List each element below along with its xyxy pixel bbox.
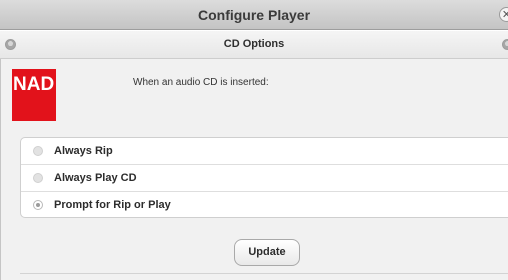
radio-icon[interactable]	[33, 173, 43, 183]
divider	[20, 273, 508, 274]
subheader-title: CD Options	[223, 38, 285, 50]
radio-selected-icon[interactable]	[33, 200, 43, 210]
option-label: Always Rip	[54, 145, 113, 157]
option-label: Prompt for Rip or Play	[54, 199, 171, 211]
update-button[interactable]: Update	[234, 239, 300, 266]
forward-nav-icon[interactable]	[502, 39, 508, 50]
window-title: Configure Player	[197, 7, 311, 23]
subheader-bar: CD Options	[0, 31, 508, 59]
nad-logo: NAD	[12, 69, 56, 121]
close-icon[interactable]: ✕	[499, 7, 508, 22]
cd-options-list: Always Rip Always Play CD Prompt for Rip…	[20, 137, 508, 218]
radio-icon[interactable]	[33, 146, 43, 156]
option-prompt-rip-or-play[interactable]: Prompt for Rip or Play	[21, 192, 508, 219]
option-always-rip[interactable]: Always Rip	[21, 138, 508, 165]
prompt-text: When an audio CD is inserted:	[133, 77, 269, 88]
option-always-play-cd[interactable]: Always Play CD	[21, 165, 508, 192]
window-titlebar: Configure Player ✕	[0, 0, 508, 30]
option-label: Always Play CD	[54, 172, 137, 184]
